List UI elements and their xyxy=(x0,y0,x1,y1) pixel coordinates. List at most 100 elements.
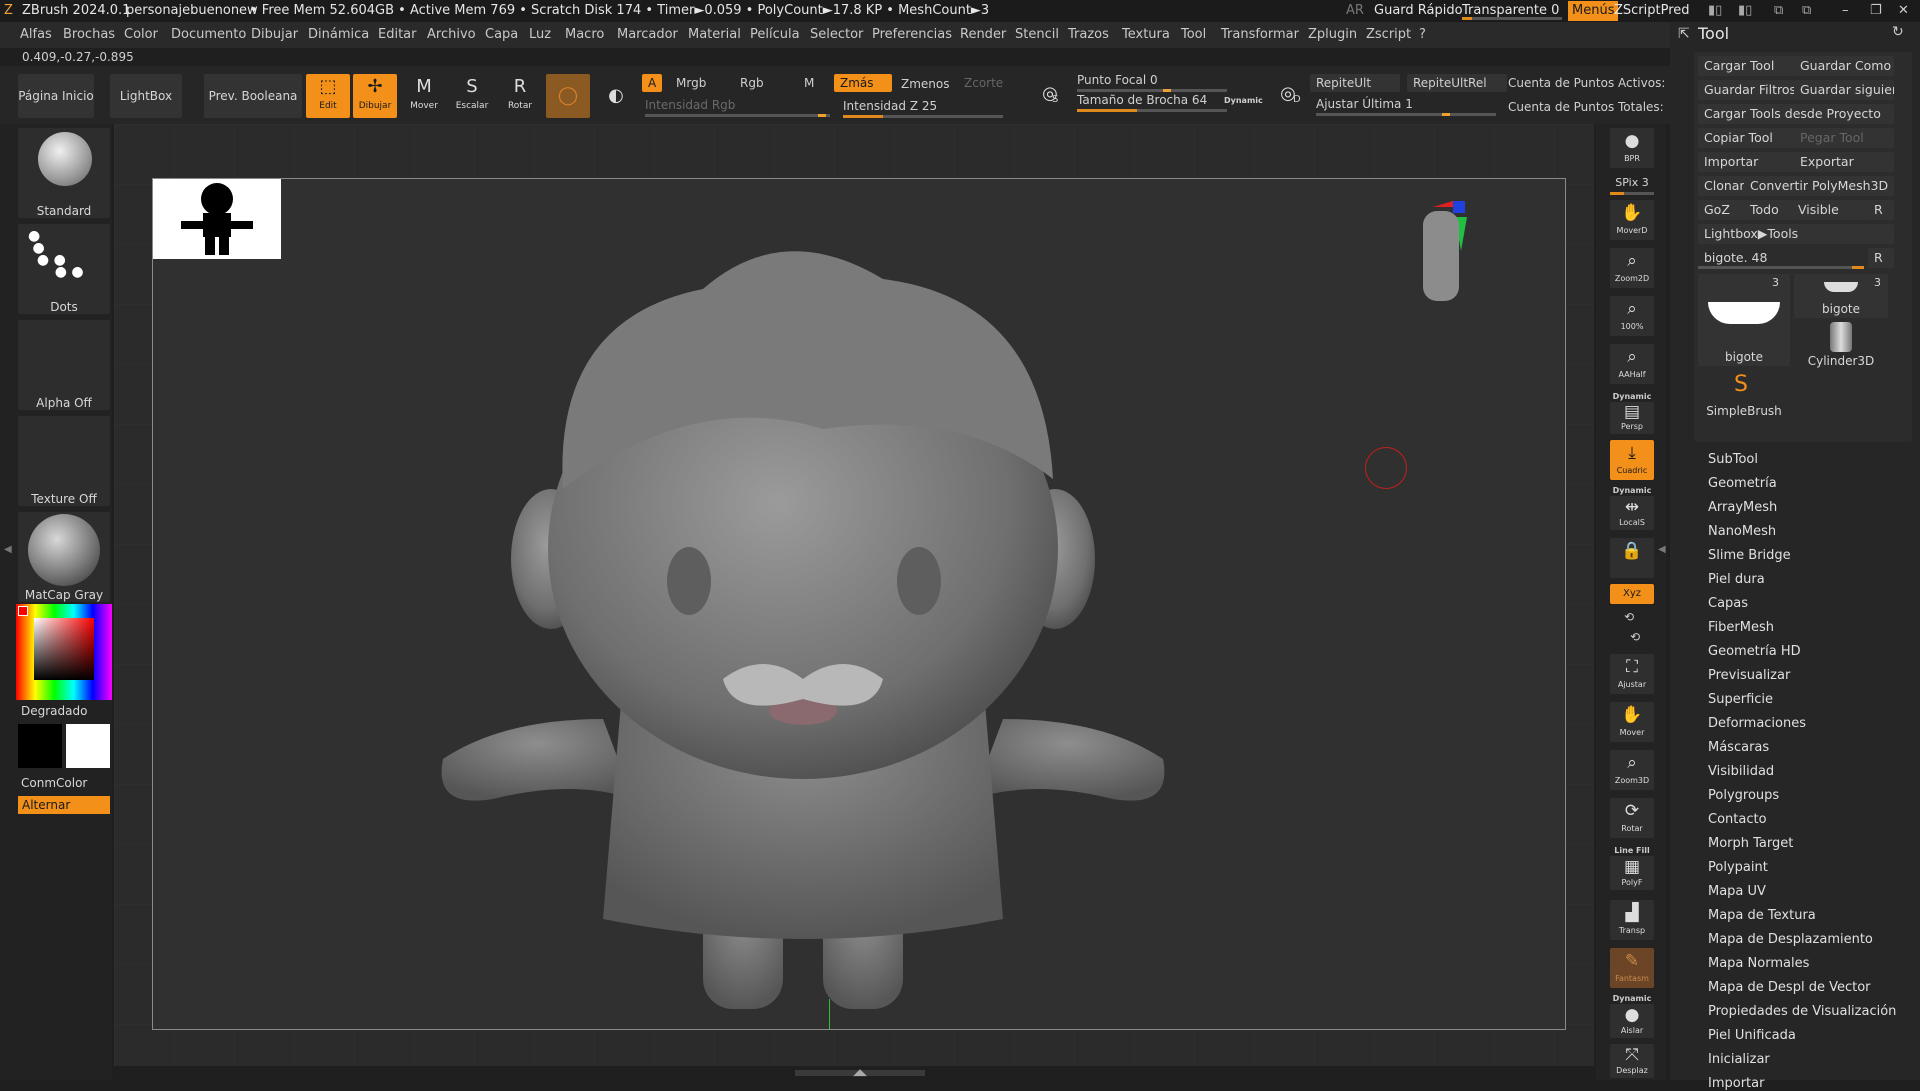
ar-button[interactable]: AR xyxy=(1346,0,1364,22)
menu-help[interactable]: ? xyxy=(1419,22,1426,48)
menus-toggle[interactable]: Menús xyxy=(1568,1,1619,21)
save-next-button[interactable]: Guardar siguien xyxy=(1794,80,1894,100)
perspective-button[interactable]: ▤ Persp xyxy=(1610,402,1654,434)
color-sphere-button[interactable]: ◐ xyxy=(594,74,638,118)
material-sphere-button[interactable]: ◯ xyxy=(546,74,590,118)
zcut-toggle[interactable]: Zcorte xyxy=(958,74,1009,92)
menu-macro[interactable]: Macro xyxy=(565,22,604,48)
menu-color[interactable]: Color xyxy=(124,22,158,48)
focal-point-slider[interactable]: Punto Focal 0 xyxy=(1077,73,1158,87)
menu-textura[interactable]: Textura xyxy=(1122,22,1170,48)
window-layout-icon[interactable]: ⧉ xyxy=(1774,0,1783,22)
tool-section-item[interactable]: Piel Unificada xyxy=(1708,1028,1796,1043)
lazy-mouse-s-button[interactable]: ◎ xyxy=(1032,76,1068,112)
zsub-toggle[interactable]: Zmenos xyxy=(895,75,956,93)
3d-character-model[interactable] xyxy=(403,159,1263,1039)
m-toggle[interactable]: M xyxy=(798,74,820,92)
document-frame[interactable] xyxy=(152,178,1566,1030)
alpha-selector[interactable]: Alpha Off xyxy=(18,320,110,410)
goz-r-button[interactable]: R xyxy=(1868,200,1894,220)
rotate-y-icon[interactable]: ⟲ xyxy=(1624,610,1634,624)
solo-button[interactable]: ● Aislar xyxy=(1610,1004,1654,1038)
tool-section-item[interactable]: SubTool xyxy=(1708,452,1758,467)
tool-section-item[interactable]: Propiedades de Visualización xyxy=(1708,1004,1896,1019)
menu-transformar[interactable]: Transformar xyxy=(1221,22,1299,48)
goz-button[interactable]: GoZ xyxy=(1698,200,1746,220)
brush-selector[interactable]: Standard xyxy=(18,128,110,218)
rgb-intensity-knob[interactable] xyxy=(818,114,826,117)
z-intensity-slider[interactable]: Intensidad Z 25 xyxy=(843,99,937,113)
right-collapse-arrow-icon[interactable]: ◀ xyxy=(1658,544,1666,555)
color-picker[interactable] xyxy=(16,604,112,700)
goz-all-button[interactable]: Todo xyxy=(1744,200,1794,220)
save-as-button[interactable]: Guardar Como xyxy=(1794,56,1894,76)
zadd-toggle[interactable]: Zmás xyxy=(834,74,892,92)
xyz-button[interactable]: Xyz xyxy=(1610,584,1654,604)
tool-section-item[interactable]: Máscaras xyxy=(1708,740,1769,755)
silhouette-navigator[interactable] xyxy=(153,179,281,259)
layout2-icon[interactable]: ▮▯ xyxy=(1738,0,1752,22)
rotate-button[interactable]: R Rotar xyxy=(498,74,542,118)
adjust-last-slider[interactable]: Ajustar Última 1 xyxy=(1316,97,1413,111)
rgb-intensity-track[interactable] xyxy=(645,114,830,117)
focal-point-knob[interactable] xyxy=(1163,89,1171,92)
draw-button[interactable]: ✢ Dibujar xyxy=(353,74,397,118)
window-swap-icon[interactable]: ⧉ xyxy=(1802,0,1811,22)
menu-pelicula[interactable]: Película xyxy=(750,22,800,48)
repeat-last-rel-button[interactable]: RepiteUltRel xyxy=(1407,74,1507,92)
main-color-swatch[interactable] xyxy=(18,724,62,768)
ghost-button[interactable]: ✎ Fantasm xyxy=(1610,948,1654,988)
menu-zplugin[interactable]: Zplugin xyxy=(1308,22,1357,48)
rotate-z-icon[interactable]: ⟲ xyxy=(1630,630,1640,644)
menu-dibujar[interactable]: Dibujar xyxy=(251,22,298,48)
transpose-button[interactable]: ⤧ Desplaz xyxy=(1610,1044,1654,1078)
restore-icon[interactable]: ❐ xyxy=(1870,0,1882,22)
tool-section-item[interactable]: Superficie xyxy=(1708,692,1773,707)
tool-section-item[interactable]: Mapa de Desplazamiento xyxy=(1708,932,1873,947)
lightbox-tools-button[interactable]: Lightbox▶Tools xyxy=(1698,224,1894,244)
current-tool-slider[interactable]: bigote. 48 xyxy=(1698,248,1870,268)
lock-button[interactable]: 🔒 xyxy=(1610,538,1654,578)
zoom-2d-button[interactable]: ⌕ Zoom2D xyxy=(1610,248,1654,288)
orientation-gizmo[interactable] xyxy=(1403,201,1483,311)
copy-tool-button[interactable]: Copiar Tool xyxy=(1698,128,1794,148)
convert-polymesh-button[interactable]: Convertir PolyMesh3D xyxy=(1744,176,1894,196)
menu-marcador[interactable]: Marcador xyxy=(617,22,678,48)
alternate-button[interactable]: Alternar xyxy=(18,796,110,814)
menu-render[interactable]: Render xyxy=(960,22,1006,48)
tool-section-item[interactable]: Geometría HD xyxy=(1708,644,1801,659)
menu-brochas[interactable]: Brochas xyxy=(63,22,115,48)
spix-track[interactable] xyxy=(1610,192,1654,195)
gradient-label[interactable]: Degradado xyxy=(21,704,87,718)
brush-size-track[interactable] xyxy=(1077,109,1227,112)
tool-section-item[interactable]: ArrayMesh xyxy=(1708,500,1777,515)
home-page-button[interactable]: Página Inicio xyxy=(18,74,94,118)
tool-section-item[interactable]: Mapa Normales xyxy=(1708,956,1809,971)
secondary-color-swatch[interactable] xyxy=(66,724,110,768)
material-selector[interactable]: MatCap Gray xyxy=(18,512,110,602)
tool-section-item[interactable]: Piel dura xyxy=(1708,572,1765,587)
save-filters-button[interactable]: Guardar Filtros xyxy=(1698,80,1794,100)
move-2d-button[interactable]: ✋ MoverD xyxy=(1610,200,1654,240)
tool-section-item[interactable]: Inicializar xyxy=(1708,1052,1770,1067)
local-symmetry-button[interactable]: ⇹ LocalS xyxy=(1610,496,1654,530)
tool-section-item[interactable]: Contacto xyxy=(1708,812,1767,827)
adjust-last-knob[interactable] xyxy=(1442,113,1450,116)
menu-tool[interactable]: Tool xyxy=(1181,22,1206,48)
layout-icon[interactable]: ▮▯ xyxy=(1708,0,1722,22)
tool-section-item[interactable]: Morph Target xyxy=(1708,836,1793,851)
import-button[interactable]: Importar xyxy=(1698,152,1794,172)
lightbox-button[interactable]: LightBox xyxy=(110,74,182,118)
tool-section-item[interactable]: Polygroups xyxy=(1708,788,1779,803)
menu-capa[interactable]: Capa xyxy=(485,22,518,48)
spix-slider[interactable]: SPix 3 xyxy=(1610,176,1654,189)
zscript-button[interactable]: ZScriptPred xyxy=(1614,0,1690,22)
pin-icon[interactable]: ⇱ xyxy=(1678,26,1690,42)
clone-button[interactable]: Clonar xyxy=(1698,176,1746,196)
tool-section-item[interactable]: Capas xyxy=(1708,596,1748,611)
tool-section-item[interactable]: Geometría xyxy=(1708,476,1777,491)
floor-grid-button[interactable]: ⤓ Cuadric xyxy=(1610,440,1654,480)
left-collapse-arrow-icon[interactable]: ◀ xyxy=(4,544,12,555)
goz-visible-button[interactable]: Visible xyxy=(1792,200,1870,220)
repeat-last-button[interactable]: RepiteUlt xyxy=(1310,74,1400,92)
